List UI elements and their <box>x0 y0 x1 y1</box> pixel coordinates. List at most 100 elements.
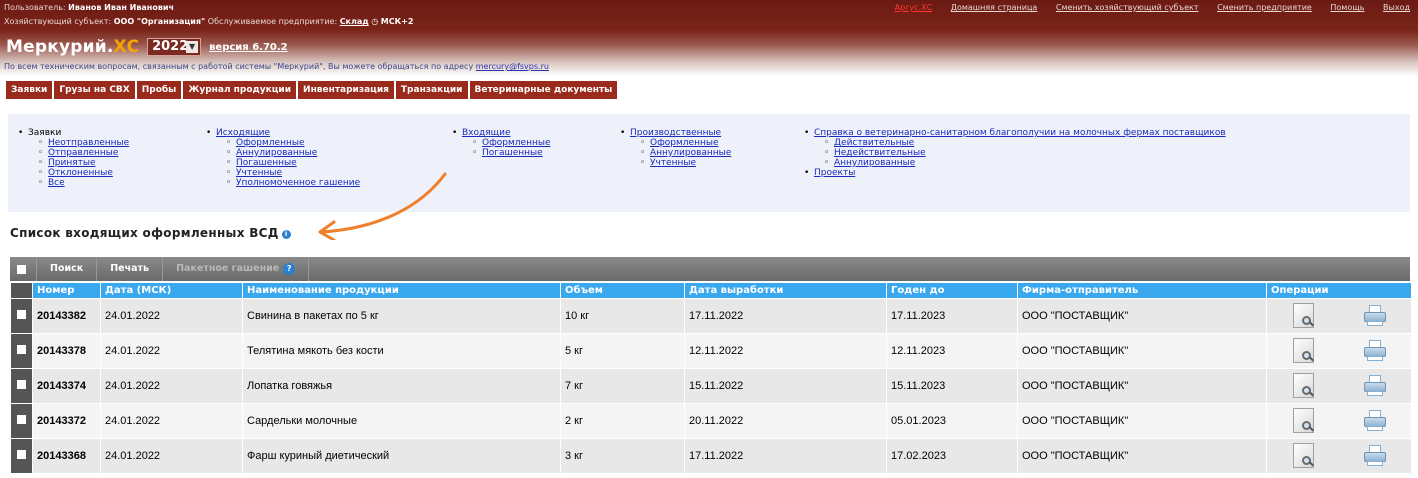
submenu-link-prod-accounted[interactable]: Учтенные <box>650 158 696 168</box>
help-icon[interactable]: ? <box>283 263 296 275</box>
row-checkbox[interactable] <box>17 309 26 319</box>
table-row[interactable]: 20143378 24.01.2022 Телятина мякоть без … <box>10 332 1411 368</box>
cell-number[interactable]: 20143368 <box>32 437 101 473</box>
printer-icon[interactable] <box>1363 409 1387 432</box>
support-email-link[interactable]: mercury@fsvps.ru <box>476 62 549 71</box>
submenu-link-cert-cancelled[interactable]: Аннулированные <box>834 158 915 168</box>
submenu-link-incoming[interactable]: Входящие <box>462 128 511 138</box>
menu-item-samples[interactable]: Пробы <box>136 81 182 99</box>
cell-volume: 7 кг <box>560 367 685 403</box>
column-sender[interactable]: Фирма-отправитель <box>1017 283 1267 298</box>
submenu-link-projects[interactable]: Проекты <box>814 168 855 178</box>
submenu-link-in-issued[interactable]: Оформленные <box>482 138 551 148</box>
cell-number[interactable]: 20143372 <box>32 402 101 438</box>
home-link[interactable]: Домашняя страница <box>951 3 1038 12</box>
row-checkbox[interactable] <box>17 414 26 424</box>
change-enterprise-link[interactable]: Сменить предприятие <box>1217 3 1312 12</box>
info-icon[interactable]: i <box>281 230 291 239</box>
submenu-link-outgoing[interactable]: Исходящие <box>216 128 270 138</box>
logout-link[interactable]: Выход <box>1383 3 1410 12</box>
row-checkbox[interactable] <box>17 449 26 459</box>
cell-number[interactable]: 20143374 <box>32 367 101 403</box>
table-row[interactable]: 20143372 24.01.2022 Сардельки молочные 2… <box>10 402 1411 438</box>
cell-volume: 2 кг <box>560 402 685 438</box>
batch-redeem-button: Пакетное гашение? <box>162 257 308 281</box>
column-production-date[interactable]: Дата выработки <box>684 283 887 298</box>
subject-name: ООО "Организация" <box>113 17 206 26</box>
cell-product-name: Свинина в пакетах по 5 кг <box>242 297 561 333</box>
menu-item-transactions[interactable]: Транзакции <box>395 81 468 99</box>
menu-item-product-journal[interactable]: Журнал продукции <box>183 81 297 99</box>
printer-icon[interactable] <box>1363 374 1387 397</box>
submenu-link-accepted[interactable]: Принятые <box>48 158 96 168</box>
table-row[interactable]: 20143374 24.01.2022 Лопатка говяжья 7 кг… <box>10 367 1411 403</box>
toolbar-divider <box>308 257 310 281</box>
submenu-link-unsent[interactable]: Неотправленные <box>48 138 129 148</box>
cell-product-name: Сардельки молочные <box>242 402 561 438</box>
column-product-name[interactable]: Наименование продукции <box>242 283 561 298</box>
argus-link[interactable]: Аргус.ХС <box>895 3 933 12</box>
submenu-link-rejected[interactable]: Отклоненные <box>48 168 113 178</box>
cell-number[interactable]: 20143378 <box>32 332 101 368</box>
change-subject-link[interactable]: Сменить хозяйствующий субъект <box>1056 3 1199 12</box>
row-checkbox[interactable] <box>17 344 26 354</box>
print-button[interactable]: Печать <box>96 257 162 281</box>
cell-volume: 5 кг <box>560 332 685 368</box>
view-document-icon[interactable] <box>1290 372 1317 399</box>
submenu-link-out-accounted[interactable]: Учтенные <box>236 168 282 178</box>
submenu-col-incoming: • Входящие ◦ Оформленные ◦ Погашенные <box>452 128 551 158</box>
select-all-checkbox[interactable] <box>17 264 26 274</box>
menu-item-vet-documents[interactable]: Ветеринарные документы <box>469 81 618 99</box>
cell-operations <box>1266 437 1411 473</box>
submenu-link-prod-issued[interactable]: Оформленные <box>650 138 719 148</box>
submenu-link-out-redeemed[interactable]: Погашенные <box>236 158 297 168</box>
cell-operations <box>1266 402 1411 438</box>
cell-date: 24.01.2022 <box>100 437 243 473</box>
view-document-icon[interactable] <box>1290 442 1317 469</box>
printer-icon[interactable] <box>1363 339 1387 362</box>
row-checkbox[interactable] <box>17 379 26 389</box>
brand-logo-suffix: ХС <box>113 37 140 57</box>
toolbar: Поиск Печать Пакетное гашение? <box>10 257 1410 281</box>
cell-date: 24.01.2022 <box>100 402 243 438</box>
submenu-link-out-cancelled[interactable]: Аннулированные <box>236 148 317 158</box>
column-volume[interactable]: Объем <box>560 283 685 298</box>
submenu-link-production[interactable]: Производственные <box>630 128 721 138</box>
version-link[interactable]: версия 6.70.2 <box>209 42 288 53</box>
submenu-link-cert-invalid[interactable]: Недействительные <box>834 148 926 158</box>
help-link[interactable]: Помощь <box>1330 3 1364 12</box>
menu-item-requests[interactable]: Заявки <box>6 81 53 99</box>
search-button[interactable]: Поиск <box>36 257 96 281</box>
printer-icon[interactable] <box>1363 444 1387 467</box>
cell-expiry-date: 12.11.2023 <box>886 332 1018 368</box>
cell-production-date: 20.11.2022 <box>684 402 887 438</box>
submenu-link-sent[interactable]: Отправленные <box>48 148 118 158</box>
table-row[interactable]: 20143368 24.01.2022 Фарш куриный диетиче… <box>10 437 1411 473</box>
header: Пользователь: Иванов Иван Иванович Хозяй… <box>0 0 1418 99</box>
submenu-link-prod-cancelled[interactable]: Аннулированные <box>650 148 731 158</box>
page-title: Список входящих оформленных ВСД i <box>10 226 291 240</box>
column-expiry-date[interactable]: Годен до <box>886 283 1018 298</box>
table-row[interactable]: 20143382 24.01.2022 Свинина в пакетах по… <box>10 297 1411 333</box>
user-name: Иванов Иван Иванович <box>68 3 174 12</box>
submenu-link-all[interactable]: Все <box>48 178 65 188</box>
enterprise-link[interactable]: Склад <box>340 17 369 26</box>
year-select[interactable]: 2022 ▼ <box>147 38 202 56</box>
menu-item-inventory[interactable]: Инвентаризация <box>298 81 394 99</box>
submenu-link-dairy-certificate[interactable]: Справка о ветеринарно-санитарном благопо… <box>814 128 1226 138</box>
submenu-col-requests: • Заявки ◦ Неотправленные ◦ Отправленные ◦ П… <box>18 128 130 188</box>
column-date[interactable]: Дата (МСК) <box>100 283 243 298</box>
column-number[interactable]: Номер <box>32 283 101 298</box>
cell-number[interactable]: 20143382 <box>32 297 101 333</box>
submenu-link-cert-valid[interactable]: Действительные <box>834 138 914 148</box>
menu-item-svh-cargo[interactable]: Грузы на СВХ <box>54 81 135 99</box>
printer-icon[interactable] <box>1363 304 1387 327</box>
submenu-link-out-issued[interactable]: Оформленные <box>236 138 305 148</box>
view-document-icon[interactable] <box>1290 407 1317 434</box>
cell-operations <box>1266 332 1411 368</box>
submenu-link-in-redeemed[interactable]: Погашенные <box>482 148 543 158</box>
view-document-icon[interactable] <box>1290 302 1317 329</box>
view-document-icon[interactable] <box>1290 337 1317 364</box>
chevron-down-icon: ▼ <box>186 41 199 53</box>
main-menu: Заявки Грузы на СВХ Пробы Журнал продукц… <box>6 81 620 99</box>
